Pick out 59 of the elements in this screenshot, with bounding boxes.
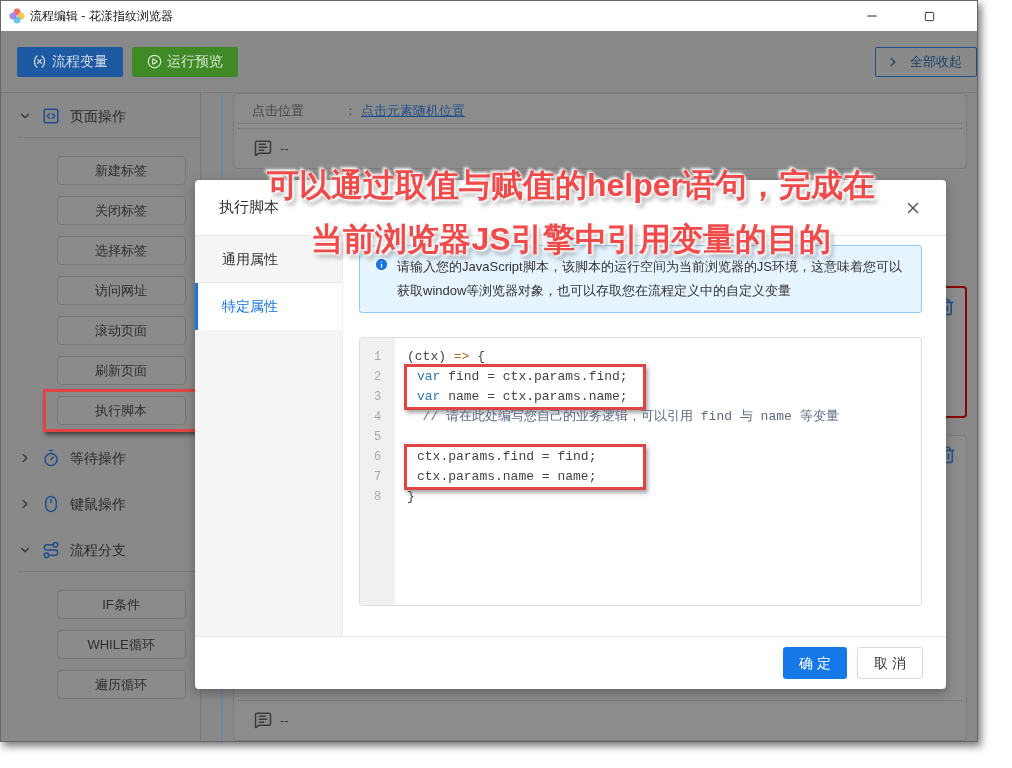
app-logo-icon bbox=[9, 8, 25, 24]
code-icon bbox=[42, 107, 60, 125]
line-number: 1 bbox=[373, 349, 382, 366]
line-number: 4 bbox=[373, 409, 382, 426]
variable-icon bbox=[32, 54, 47, 69]
toolbar-button[interactable]: 流程变量 bbox=[17, 46, 123, 77]
field-value-link[interactable]: 点击元素随机位置 bbox=[361, 100, 465, 121]
sidebar-item[interactable]: 关闭标签 bbox=[56, 196, 186, 225]
group-label[interactable]: 流程分支 bbox=[70, 539, 126, 561]
mouse-icon bbox=[42, 495, 60, 513]
line-number: 6 bbox=[373, 449, 382, 466]
maximize-icon[interactable] bbox=[924, 10, 935, 22]
sidebar-item[interactable]: WHILE循环 bbox=[56, 630, 186, 659]
code-keyword: var bbox=[417, 388, 441, 407]
code-text: ctx.params.name = name; bbox=[417, 468, 597, 487]
code-text: } bbox=[407, 488, 415, 507]
code-text: ctx.params.find = find; bbox=[417, 448, 597, 467]
dialog-title: 执行脚本 bbox=[219, 198, 279, 218]
line-number: 2 bbox=[373, 369, 382, 386]
sidebar-item[interactable]: 新建标签 bbox=[56, 156, 186, 185]
code-text: find = ctx.params.find; bbox=[447, 368, 628, 387]
comment-icon bbox=[254, 139, 272, 158]
field-label: 点击位置 bbox=[252, 101, 305, 120]
code-text: => bbox=[453, 348, 470, 367]
group-label[interactable]: 键鼠操作 bbox=[70, 493, 126, 515]
confirm-button[interactable]: 确 定 bbox=[783, 647, 848, 679]
code-text: { bbox=[476, 348, 486, 367]
play-icon bbox=[147, 54, 162, 69]
line-number: 8 bbox=[373, 489, 382, 506]
sidebar-item[interactable]: IF条件 bbox=[56, 590, 186, 619]
route-icon bbox=[42, 541, 60, 559]
line-number: 3 bbox=[373, 389, 382, 406]
sidebar-item[interactable]: 滚动页面 bbox=[56, 316, 186, 345]
sidebar-item[interactable]: 访问网址 bbox=[56, 276, 186, 305]
comment-icon bbox=[254, 711, 272, 730]
sidebar-item[interactable]: 执行脚本 bbox=[56, 396, 186, 425]
code-comment: // 请在此处编写您自己的业务逻辑，可以引用 find 与 name 等变量 bbox=[421, 408, 839, 427]
field-separator: ： bbox=[344, 101, 357, 120]
group-label[interactable]: 页面操作 bbox=[70, 105, 126, 127]
alert-text: 请输入您的JavaScript脚本，该脚本的运行空间为当前浏览器的JS环境，这意味着您可以获取window等浏览器对象，也可以存取您在流程定义中的自定义变量 bbox=[397, 258, 903, 300]
sidebar-item[interactable]: 遍历循环 bbox=[56, 670, 186, 699]
code-text: (ctx) bbox=[407, 348, 447, 367]
collapse-all-button[interactable]: 全部收起 bbox=[875, 46, 977, 77]
sidebar-item[interactable]: 刷新页面 bbox=[56, 356, 186, 385]
cancel-button[interactable]: 取 消 bbox=[857, 647, 923, 679]
comment-text: -- bbox=[280, 139, 289, 158]
group-label[interactable]: 等待操作 bbox=[70, 447, 126, 469]
line-number: 7 bbox=[373, 469, 382, 486]
code-editor[interactable]: 1 2 3 4 5 6 7 8 (ctx) => { var find = ctx.params.find; var name = ctx.params.name; // 请在此处编写您自己的业务逻辑，可以引用 find 与 name 等变量 ctx.params.find = find; ctx.params.name = name; } bbox=[359, 337, 922, 606]
timer-icon bbox=[42, 449, 60, 467]
line-number: 5 bbox=[373, 429, 382, 446]
window-title: 流程编辑 - 花漾指纹浏览器 bbox=[30, 8, 173, 25]
code-text: name = ctx.params.name; bbox=[447, 388, 628, 407]
dialog-tab[interactable]: 特定属性 bbox=[195, 283, 342, 330]
sidebar-item[interactable]: 选择标签 bbox=[56, 236, 186, 265]
toolbar-button[interactable]: 运行预览 bbox=[132, 46, 238, 77]
comment-text: -- bbox=[280, 711, 289, 730]
step-card[interactable]: 点击位置 ： 点击元素随机位置 -- bbox=[233, 93, 967, 169]
code-keyword: var bbox=[417, 368, 441, 387]
